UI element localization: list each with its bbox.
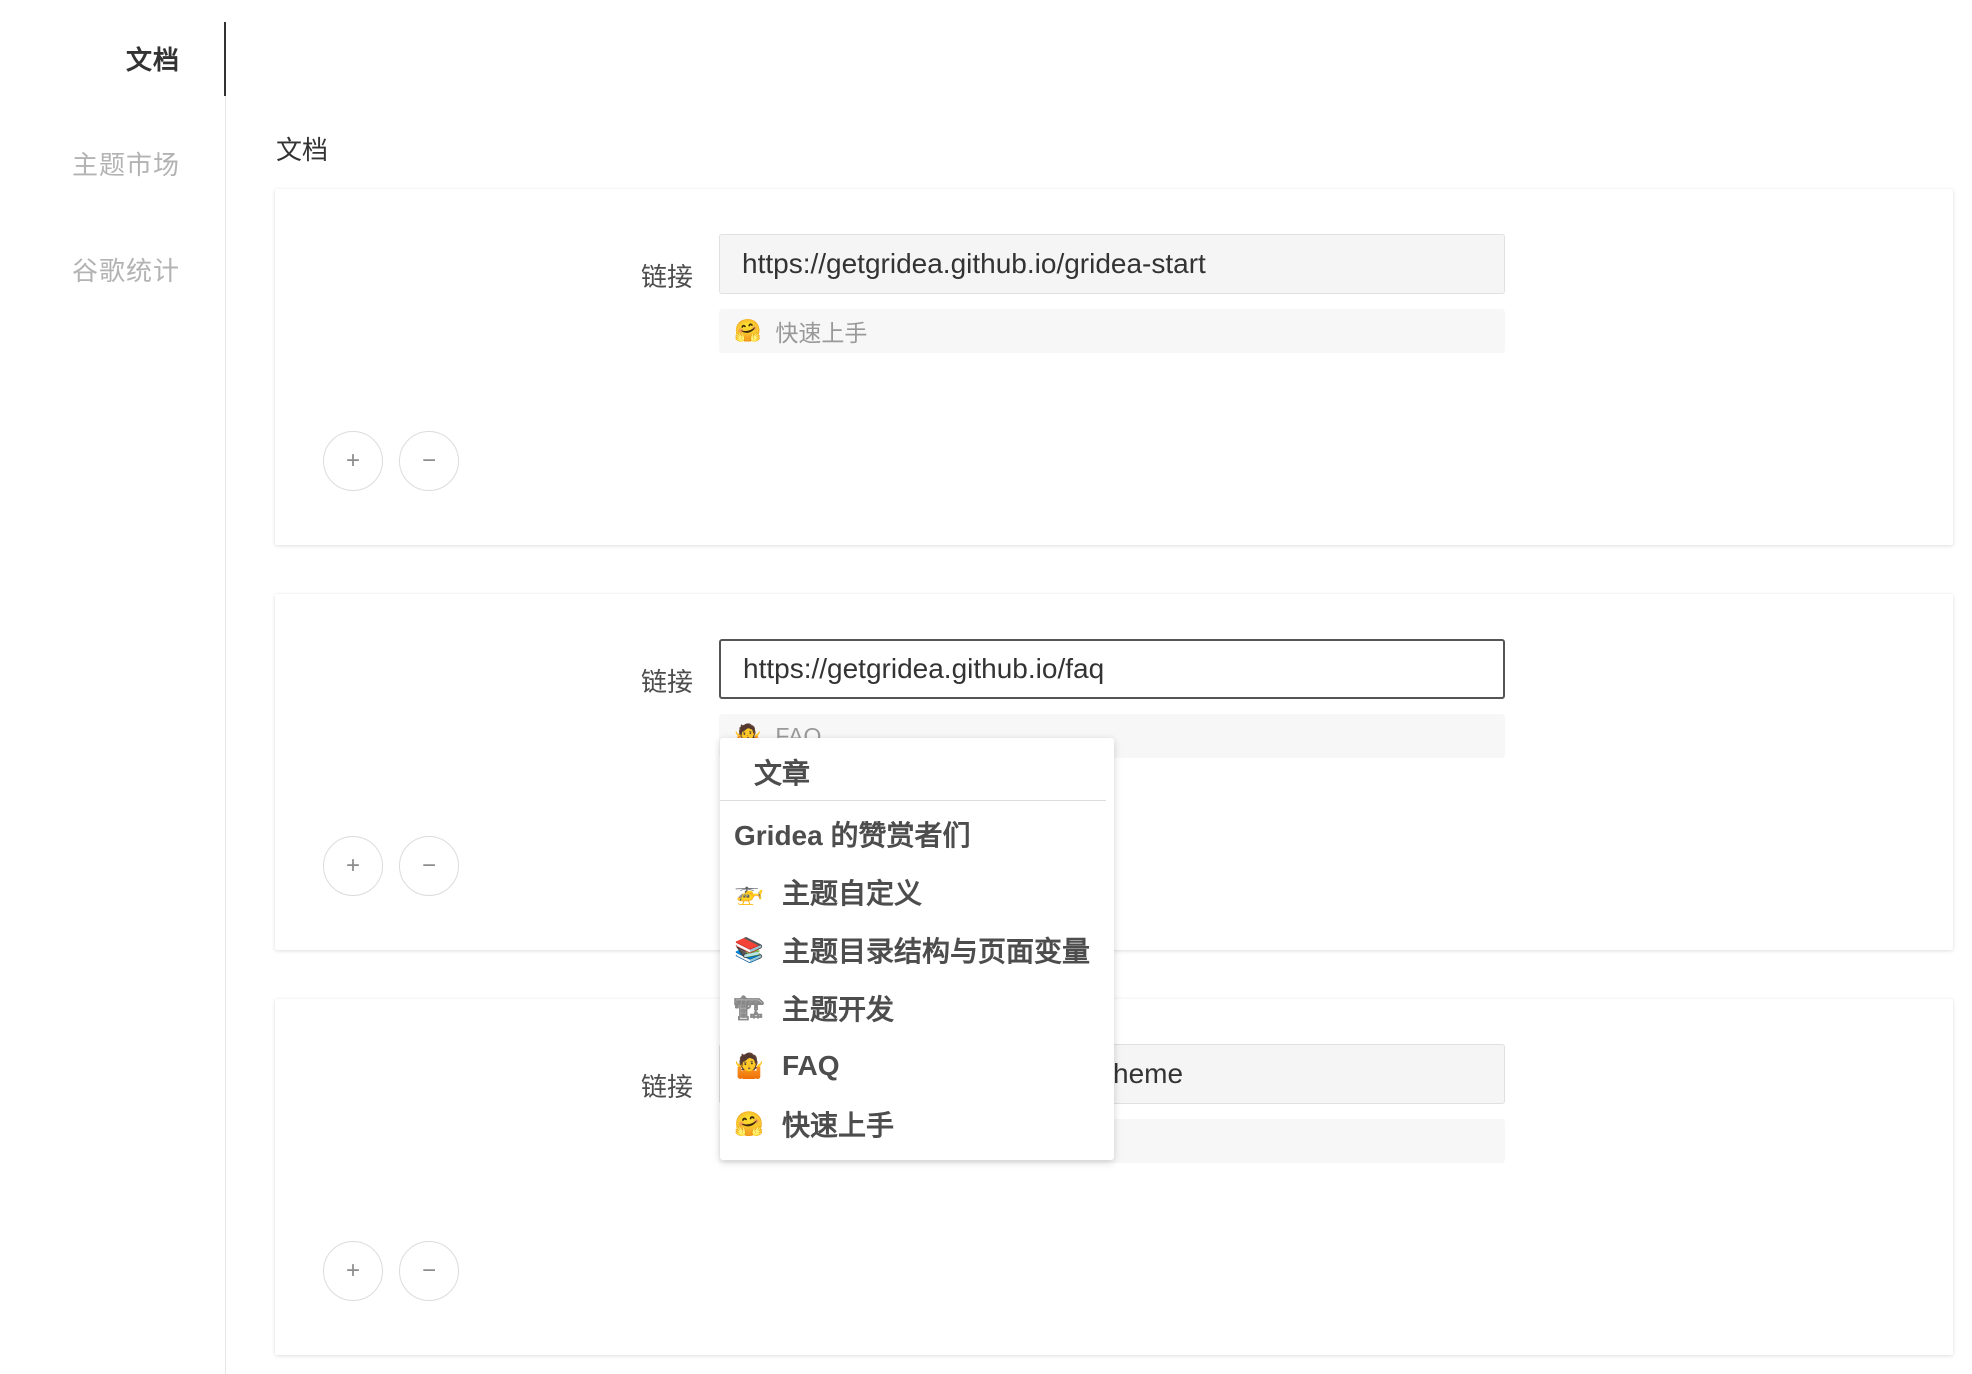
hugging-face-icon: 🤗	[734, 1110, 764, 1138]
link-url-input[interactable]	[719, 234, 1505, 294]
add-button[interactable]: +	[323, 836, 383, 896]
doc-select-dropdown: 文章 Gridea 的赞赏者们 🚁 主题自定义 📚 主题目录结构与页面变量 🏗 …	[720, 738, 1114, 1160]
remove-button[interactable]: −	[399, 1241, 459, 1301]
dropdown-option-sponsors[interactable]: Gridea 的赞赏者们	[734, 811, 970, 857]
doc-title-select[interactable]: 🤗 快速上手	[719, 309, 1505, 353]
link-label: 链接	[641, 262, 694, 292]
option-title: FAQ	[782, 1050, 840, 1081]
doc-link-card-1: 链接 🤗 快速上手 + −	[275, 189, 1953, 545]
remove-button[interactable]: −	[399, 836, 459, 896]
add-button[interactable]: +	[323, 431, 383, 491]
hugging-face-icon: 🤗	[734, 318, 762, 343]
doc-title-value: 快速上手	[775, 320, 868, 346]
link-label: 链接	[641, 667, 694, 697]
dropdown-option-theme-dev[interactable]: 🏗 主题开发	[734, 985, 894, 1031]
link-url-value: heme	[1113, 1058, 1184, 1089]
dropdown-divider	[720, 800, 1106, 801]
dropdown-option-theme-structure[interactable]: 📚 主题目录结构与页面变量	[734, 927, 1090, 973]
link-url-input[interactable]	[719, 639, 1505, 699]
tab-theme-market[interactable]: 主题市场	[72, 145, 180, 182]
remove-button[interactable]: −	[399, 431, 459, 491]
dropdown-group-label: 文章	[754, 758, 811, 789]
dropdown-option-quick-start[interactable]: 🤗 快速上手	[734, 1101, 894, 1147]
doc-link-card-2: 链接 🤷 FAQ + −	[275, 594, 1953, 950]
doc-link-card-3: 链接 heme + −	[275, 999, 1953, 1355]
books-icon: 📚	[734, 936, 764, 964]
option-title: 主题自定义	[782, 878, 923, 909]
helicopter-icon: 🚁	[734, 878, 764, 906]
option-title: Gridea 的赞赏者们	[734, 820, 971, 851]
dropdown-option-faq[interactable]: 🤷 FAQ	[734, 1043, 840, 1089]
tab-google-analytics[interactable]: 谷歌统计	[72, 251, 180, 288]
add-button[interactable]: +	[323, 1241, 383, 1301]
option-title: 快速上手	[782, 1110, 895, 1141]
sidebar-divider	[225, 22, 226, 1374]
shrug-icon: 🤷	[734, 1052, 764, 1080]
settings-sidebar: 文档 主题市场 谷歌统计	[0, 0, 227, 1374]
tab-docs[interactable]: 文档	[126, 40, 180, 77]
dropdown-option-theme-custom[interactable]: 🚁 主题自定义	[734, 869, 922, 915]
option-title: 主题目录结构与页面变量	[782, 936, 1091, 967]
link-label: 链接	[641, 1072, 694, 1102]
section-title: 文档	[276, 135, 329, 165]
construction-icon: 🏗	[734, 994, 765, 1022]
active-tab-indicator	[224, 22, 226, 96]
option-title: 主题开发	[782, 994, 895, 1025]
